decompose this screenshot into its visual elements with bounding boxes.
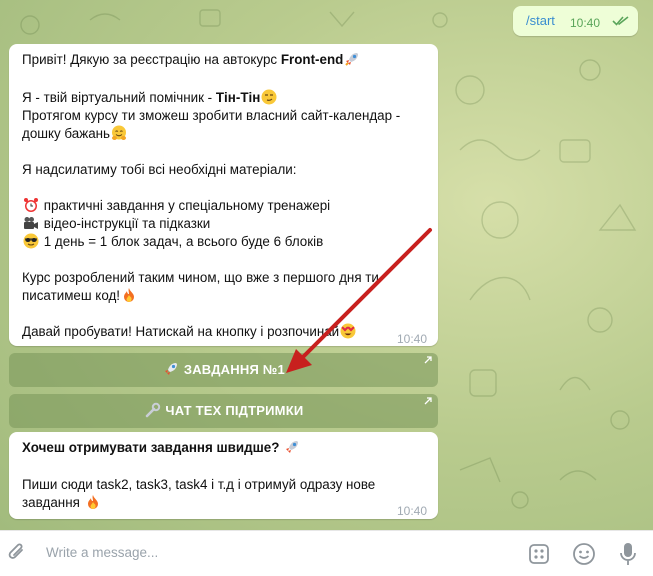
rocket-icon [165,363,178,375]
text: завдання [22,495,80,510]
button-label: ЗАВДАННЯ №1 [183,362,285,377]
text: Привіт! Дякую за реєстрацію на автокурс [22,52,281,67]
message-composer: Write a message... [0,530,653,576]
wrench-icon [145,402,160,418]
message-time: 10:40 [570,16,601,30]
outgoing-message[interactable]: /start 10:40 [513,6,638,36]
text: дошку бажань [22,126,111,141]
assistant-name: Тін-Тін [215,90,261,105]
text: Давай пробувати! Натискай на кнопку і ро… [22,324,340,339]
message-input[interactable]: Write a message... [46,545,158,560]
text: писатимеш код! [22,288,121,303]
bot-welcome-message[interactable]: Привіт! Дякую за реєстрацію на автокурс … [9,44,438,346]
rocket-icon [345,53,359,66]
text: 1 день = 1 блок задач, а всього буде 6 б… [43,234,324,249]
message-time: 10:40 [396,504,427,518]
fire-emoji [124,288,135,302]
sunglasses-emoji [23,233,39,249]
rocket-icon [286,441,299,453]
text: відео-інструкції та підказки [43,216,211,231]
message-line: Я надсилатиму тобі всі необхідні матеріа… [22,162,297,177]
microphone-icon[interactable] [618,541,638,567]
open-link-arrow-icon [424,397,432,405]
course-name: Front-end [280,52,344,67]
message-title: Хочеш отримувати завдання швидше? [22,437,301,459]
message-line: Давай пробувати! Натискай на кнопку і ро… [22,321,357,343]
text: Хочеш отримувати завдання швидше? [22,440,280,455]
bot-commands-icon[interactable] [528,543,550,565]
emoji-picker-icon[interactable] [572,542,596,566]
message-line: завдання [22,492,102,514]
text: практичні завдання у спеціальному тренаж… [43,198,331,213]
message-line: 1 день = 1 блок задач, а всього буде 6 б… [22,231,323,253]
alarm-clock-icon [24,198,38,212]
chat-area[interactable]: /start 10:40 Привіт! Дякую за реєстрацію… [0,0,653,530]
message-line: писатимеш код! [22,285,138,307]
task-1-button[interactable]: ЗАВДАННЯ №1 [9,353,438,387]
movie-camera-icon [24,217,38,229]
open-link-arrow-icon [424,356,432,364]
text: Я - твій віртуальний помічник - [22,90,216,105]
hugging-emoji [112,125,127,140]
message-line: дошку бажань [22,123,128,145]
paperclip-icon[interactable] [6,541,28,565]
double-check-icon [612,16,629,26]
bot-tip-message[interactable]: Хочеш отримувати завдання швидше? Пиши с… [9,432,438,519]
message-time: 10:40 [396,332,427,346]
button-label: ЧАТ ТЕХ ПІДТРИМКИ [165,403,304,418]
message-text: /start [526,13,555,28]
message-line: Привіт! Дякую за реєстрацію на автокурс … [22,49,361,71]
heart-eyes-emoji [340,323,356,339]
support-chat-button[interactable]: ЧАТ ТЕХ ПІДТРИМКИ [9,394,438,428]
smirk-emoji [261,89,277,105]
fire-emoji [87,495,98,509]
